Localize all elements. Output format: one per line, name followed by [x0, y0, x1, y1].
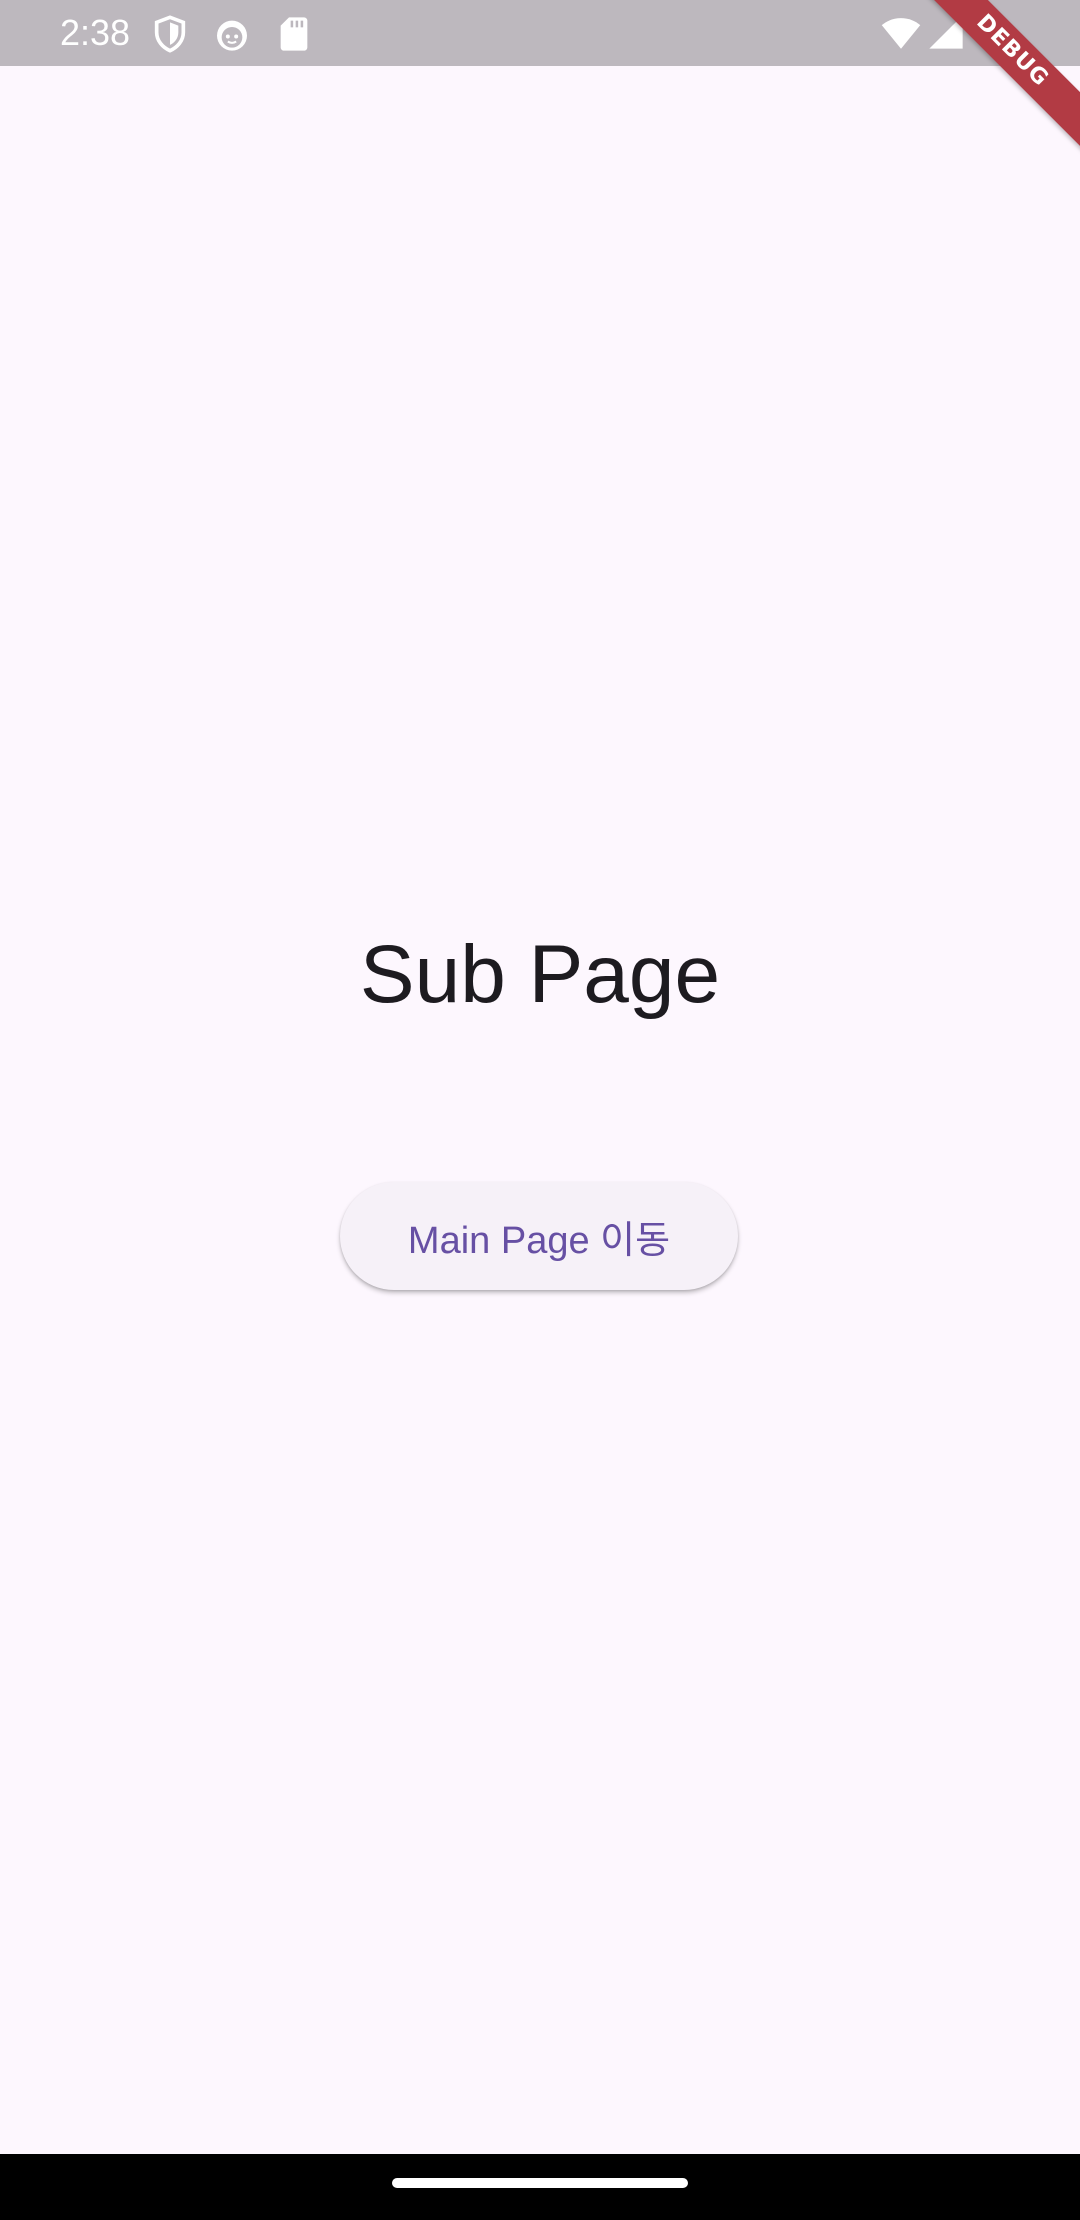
status-bar: 2:38	[0, 0, 1080, 66]
android-face-icon	[212, 14, 252, 54]
wifi-icon	[880, 12, 922, 54]
main-page-button-label: Main Page 이동	[407, 1219, 671, 1262]
status-time: 2:38	[60, 12, 131, 53]
main-page-button[interactable]: Main Page 이동	[340, 1182, 738, 1290]
home-handle[interactable]	[392, 2178, 688, 2188]
shield-icon	[150, 14, 190, 54]
navigation-bar	[0, 2154, 1080, 2220]
page-title: Sub Page	[359, 929, 721, 1020]
sd-card-icon	[274, 14, 314, 54]
